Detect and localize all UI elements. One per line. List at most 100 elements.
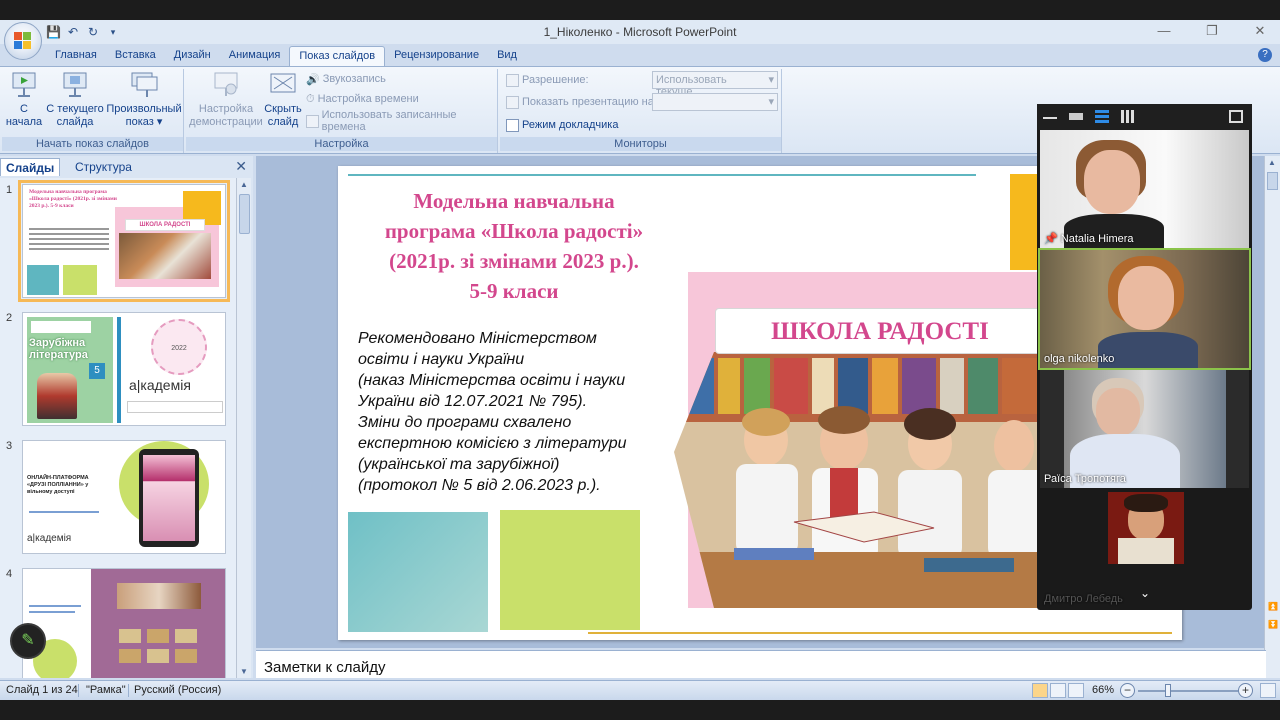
tab-design[interactable]: Дизайн xyxy=(165,46,220,66)
zoom-out-icon[interactable]: − xyxy=(1120,683,1135,698)
tab-view[interactable]: Вид xyxy=(488,46,526,66)
slide-thumbnail-2[interactable]: Зарубіжна література 5 2022 а|кадемія xyxy=(22,312,226,426)
zoom-in-icon[interactable]: + xyxy=(1238,683,1253,698)
slide-sorter-view-icon[interactable] xyxy=(1050,683,1066,698)
from-current-slide-button[interactable]: С текущего слайда xyxy=(44,71,106,129)
office-button[interactable] xyxy=(4,22,42,60)
participant-avatar xyxy=(1108,492,1184,564)
tab-slide-show[interactable]: Показ слайдов xyxy=(289,46,386,66)
participant-tile-3[interactable]: Раїса Тропотяга xyxy=(1040,370,1249,488)
tab-home[interactable]: Главная xyxy=(46,46,106,66)
slide-body-line: Зміни до програми схвалено xyxy=(358,414,572,431)
slideshow-view-icon[interactable] xyxy=(1068,683,1084,698)
language[interactable]: Русский (Россия) xyxy=(134,684,221,696)
avatar-clothes xyxy=(1118,538,1174,564)
use-timings-label: Использовать записанные времена xyxy=(321,109,457,133)
slide-body-text[interactable]: Рекомендовано Міністерством освіти і нау… xyxy=(358,328,668,496)
window-title: 1_Ніколенко - Microsoft PowerPoint xyxy=(543,25,737,39)
slide-thumbnail-1[interactable]: Модельна навчальна програма «Школа радос… xyxy=(18,180,230,302)
slide-title[interactable]: Модельна навчальна програма «Школа радос… xyxy=(354,186,674,306)
record-narration-button[interactable]: 🔊 Звукозапись xyxy=(306,71,386,87)
thumb4-photo xyxy=(175,629,197,643)
participant-tile-1[interactable]: 📌 Natalia Himera xyxy=(1040,130,1249,248)
participant-tile-4[interactable]: Дмитро Лебедь ⌄ xyxy=(1040,490,1249,608)
tab-animation[interactable]: Анимация xyxy=(220,46,290,66)
scrollbar-thumb[interactable] xyxy=(239,194,250,234)
fit-to-window-icon[interactable] xyxy=(1260,683,1276,698)
slide-number: 3 xyxy=(6,440,13,452)
scroll-down-icon[interactable]: ▼ xyxy=(240,667,248,676)
hide-slide-button[interactable]: Скрыть слайд xyxy=(264,71,302,129)
window-controls: — ❐ ✕ xyxy=(1152,23,1272,39)
strip-view-icon[interactable] xyxy=(1069,113,1083,120)
title-bar: 💾 ↶ ↻ ▾ 1_Ніколенко - Microsoft PowerPoi… xyxy=(0,20,1280,44)
slide-body-line: (протокол № 5 від 2.06.2023 р.). xyxy=(358,477,601,494)
use-timings-checkbox[interactable]: Использовать записанные времена xyxy=(306,109,497,133)
scroll-up-icon[interactable]: ▲ xyxy=(240,180,248,189)
prev-slide-icon[interactable]: ⏫ xyxy=(1268,602,1278,611)
slide-thumbnail-4[interactable] xyxy=(22,568,226,678)
from-beginning-button[interactable]: С начала xyxy=(4,71,44,129)
close-icon[interactable]: ✕ xyxy=(235,158,247,175)
zoom-slider-knob[interactable] xyxy=(1165,684,1171,697)
thumb2-book-title: Зарубіжна література xyxy=(29,337,88,361)
pane-tabs: Слайды Структура ✕ xyxy=(0,156,253,176)
help-icon[interactable]: ? xyxy=(1258,48,1272,62)
record-narration-label: Звукозапись xyxy=(322,73,386,85)
tab-outline[interactable]: Структура xyxy=(70,158,137,176)
participant-name: Дмитро Лебедь xyxy=(1044,593,1123,605)
thumb1-teal-block xyxy=(27,265,59,295)
setup-show-label-2: демонстрации xyxy=(189,116,263,128)
thumb2-brand: а|кадемія xyxy=(129,377,191,393)
pop-out-icon[interactable] xyxy=(1229,110,1243,123)
show-on-select[interactable] xyxy=(652,93,778,111)
notes-pane[interactable]: Заметки к слайду xyxy=(256,650,1266,678)
school-of-joy-label[interactable]: ШКОЛА РАДОСТІ xyxy=(715,308,1045,354)
close-icon[interactable]: ✕ xyxy=(1248,23,1272,39)
slide-counter: Слайд 1 из 24 xyxy=(6,684,78,696)
group-label-start: Начать показ слайдов xyxy=(2,137,183,151)
participant-name: 📌 Natalia Himera xyxy=(1044,232,1134,245)
minimize-icon[interactable]: — xyxy=(1152,23,1176,39)
tab-slides[interactable]: Слайды xyxy=(0,158,61,176)
presenter-view-label: Режим докладчика xyxy=(522,119,619,131)
scroll-up-icon[interactable]: ▲ xyxy=(1268,158,1276,167)
slide-number: 2 xyxy=(6,312,13,324)
thumb2-book-cover: Зарубіжна література 5 xyxy=(27,317,113,423)
tab-review[interactable]: Рецензирование xyxy=(385,46,488,66)
thumb2-grade: 5 xyxy=(89,363,105,379)
annotate-pencil-button[interactable]: ✎ xyxy=(10,623,46,659)
slides-pane: Слайды Структура ✕ 1 Модельна навчальна … xyxy=(0,156,253,678)
minimize-video-icon[interactable] xyxy=(1043,110,1057,119)
rehearse-timings-button[interactable]: ⏱ Настройка времени xyxy=(306,91,419,107)
participant-tile-2[interactable]: olga nikolenko xyxy=(1038,248,1251,370)
resolution-select[interactable]: Использовать текуще... xyxy=(652,71,778,98)
custom-show-button[interactable]: Произвольный показ ▾ xyxy=(106,71,182,129)
scrollbar-thumb[interactable] xyxy=(1267,172,1278,190)
thumbnails-scrollbar[interactable]: ▲ ▼ xyxy=(236,178,251,678)
tab-insert[interactable]: Вставка xyxy=(106,46,165,66)
editor-scrollbar[interactable]: ▲ ⏫ ⏬ xyxy=(1264,156,1280,678)
participant-name-text: Natalia Himera xyxy=(1060,233,1134,245)
slide-body-line: (української та зарубіжної) xyxy=(358,456,560,473)
thumb4-photo xyxy=(147,649,169,663)
thumb4-photo xyxy=(119,649,141,663)
setup-show-button[interactable]: Настройка демонстрации xyxy=(188,71,264,129)
gallery-view-icon[interactable] xyxy=(1121,110,1135,123)
slide-title-line-1: Модельна навчальна xyxy=(413,189,615,213)
next-slide-icon[interactable]: ⏬ xyxy=(1268,620,1278,629)
presenter-view-checkbox[interactable]: Режим докладчика xyxy=(506,117,618,133)
teal-block xyxy=(348,512,488,632)
status-bar: Слайд 1 из 24 "Рамка" Русский (Россия) 6… xyxy=(0,680,1280,700)
slide-thumbnail-3[interactable]: ОНЛАЙН-ПЛАТФОРМА «ДРУЗІ ПОЛЛІАННИ» у віл… xyxy=(22,440,226,554)
restore-icon[interactable]: ❐ xyxy=(1200,23,1224,39)
custom-show-icon xyxy=(131,72,158,97)
participant-name: olga nikolenko xyxy=(1044,353,1115,365)
speaker-view-icon[interactable] xyxy=(1095,110,1109,123)
zoom-slider-track[interactable] xyxy=(1138,690,1238,692)
zoom-level[interactable]: 66% xyxy=(1092,684,1114,696)
resolution-row: Разрешение: xyxy=(506,72,589,88)
projector-screen-icon xyxy=(12,72,36,97)
chevron-down-icon[interactable]: ⌄ xyxy=(1140,586,1150,600)
normal-view-icon[interactable] xyxy=(1032,683,1048,698)
